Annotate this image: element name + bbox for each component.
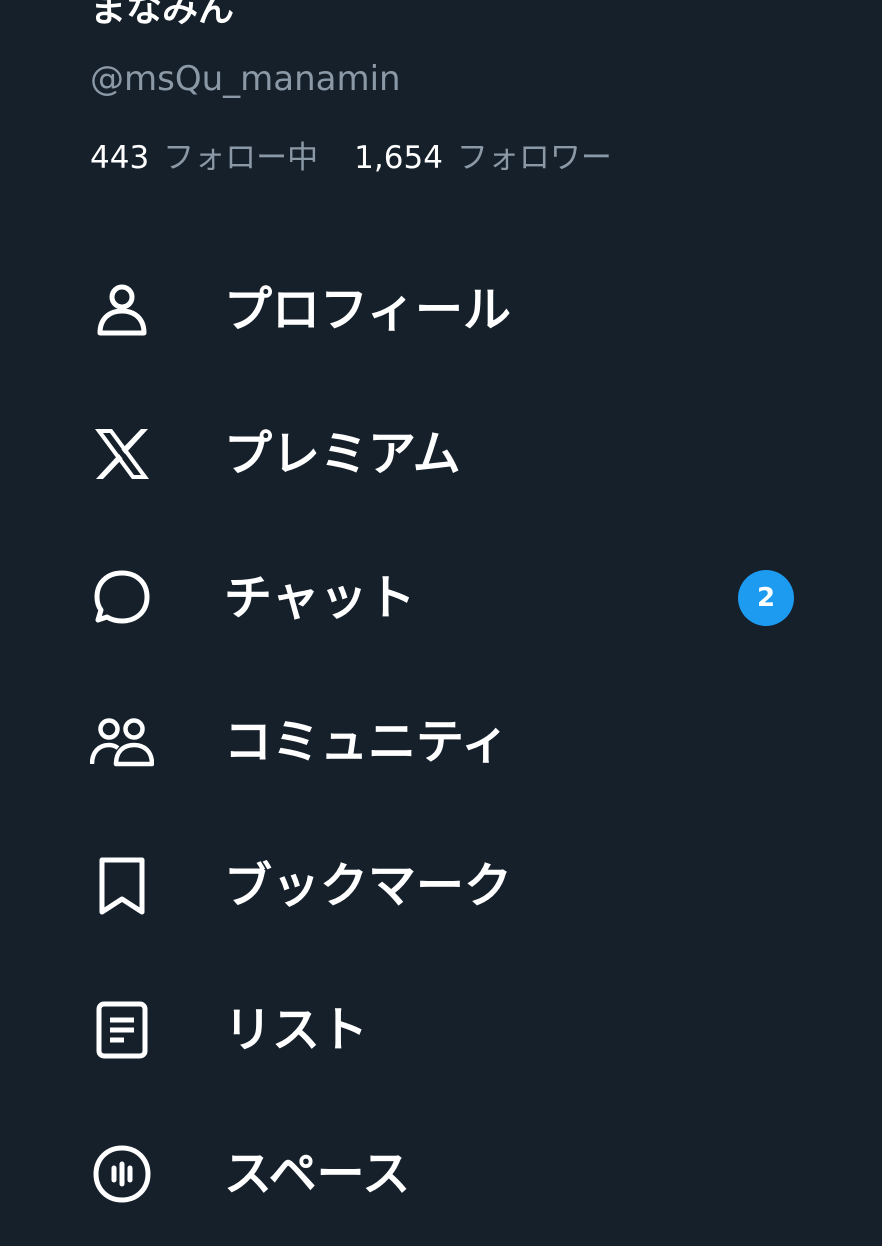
menu-item-label: スペース	[224, 1146, 411, 1202]
menu-item-label: プレミアム	[224, 426, 461, 482]
following-label: フォロー中	[163, 140, 319, 176]
display-name[interactable]: まなみん	[90, 0, 234, 34]
menu-item-profile[interactable]: プロフィール	[0, 238, 882, 382]
x-logo-icon	[90, 422, 154, 486]
followers-count: 1,654	[354, 140, 443, 176]
chat-bubble-icon	[90, 566, 154, 630]
follow-stats: 443 フォロー中 1,654 フォロワー	[90, 138, 612, 178]
menu-item-communities[interactable]: コミュニティ	[0, 670, 882, 814]
followers-label: フォロワー	[456, 140, 612, 176]
menu-item-label: チャット	[224, 570, 416, 626]
unread-badge: 2	[738, 570, 794, 626]
menu-item-label: リスト	[224, 1002, 369, 1058]
followers-link[interactable]: 1,654 フォロワー	[354, 138, 612, 178]
list-icon	[90, 998, 154, 1062]
menu-item-premium[interactable]: プレミアム	[0, 382, 882, 526]
user-handle[interactable]: @msQu_manamin	[90, 58, 401, 100]
menu-item-label: プロフィール	[224, 282, 512, 338]
bookmark-icon	[90, 854, 154, 918]
communities-icon	[90, 710, 154, 774]
menu-item-chat[interactable]: チャット 2	[0, 526, 882, 670]
drawer-menu: プロフィール プレミアム チャット 2 コミュニティ ブックマーク リスト スペ…	[0, 238, 882, 1246]
menu-item-lists[interactable]: リスト	[0, 958, 882, 1102]
following-count: 443	[90, 140, 150, 176]
following-link[interactable]: 443 フォロー中	[90, 138, 318, 178]
person-icon	[90, 278, 154, 342]
menu-item-label: ブックマーク	[224, 858, 513, 914]
menu-item-bookmarks[interactable]: ブックマーク	[0, 814, 882, 958]
menu-item-label: コミュニティ	[224, 714, 510, 770]
menu-item-spaces[interactable]: スペース	[0, 1102, 882, 1246]
spaces-icon	[90, 1142, 154, 1206]
